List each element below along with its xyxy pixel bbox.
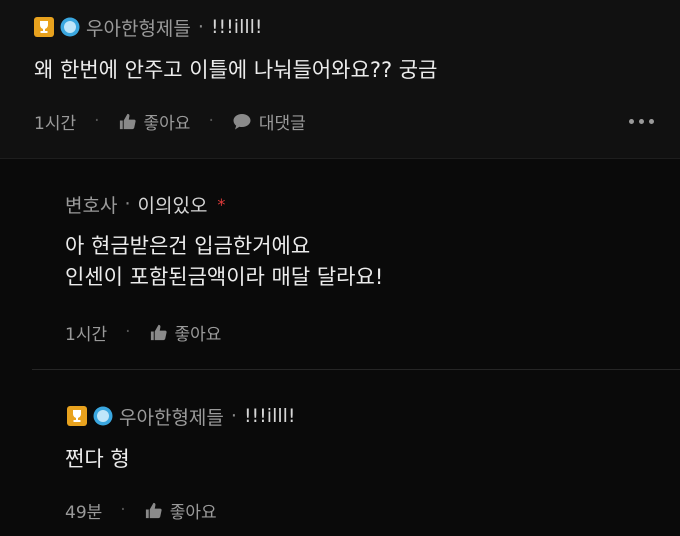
comment-1: 우아한형제들 · !!!illl! 왜 한번에 안주고 이틀에 나눠들어와요??… (0, 0, 680, 159)
author-tag: 이의있오 (137, 194, 208, 217)
like-label: 좋아요 (143, 113, 191, 134)
author-tag: !!!illl! (210, 16, 263, 38)
author-marker: * (217, 194, 226, 214)
like-button[interactable]: 좋아요 (144, 498, 217, 523)
author-name[interactable]: 변호사 (65, 191, 117, 218)
comment-footer: 1시간 · 좋아요 (65, 320, 222, 345)
separator-dot: · (124, 193, 131, 215)
trophy-badge-icon (34, 17, 54, 37)
comment-header: 우아한형제들 · !!!illl! (67, 403, 296, 429)
comment-body: 아 현금받은건 입금한거에요 인센이 포함된금액이라 매달 달라요! (65, 231, 383, 293)
comment-body: 왜 한번에 안주고 이틀에 나눠들어와요?? 궁금 (34, 55, 437, 86)
separator-dot: · (197, 16, 204, 38)
author-name[interactable]: 우아한형제들 (119, 403, 224, 430)
comment-line: 쩐다 형 (65, 447, 130, 471)
comment-body: 쩐다 형 (65, 444, 130, 475)
thumbs-up-icon (150, 324, 167, 340)
comment-line: 왜 한번에 안주고 이틀에 나눠들어와요?? 궁금 (34, 58, 438, 82)
more-options-button[interactable] (629, 109, 654, 133)
like-button[interactable]: 좋아요 (149, 320, 222, 345)
author-name[interactable]: 우아한형제들 (86, 14, 191, 41)
round-badge-icon (93, 406, 113, 426)
comment-time: 1시간 (34, 113, 77, 134)
comment-header: 우아한형제들 · !!!illl! (34, 14, 263, 40)
reply-comment-1: 변호사 · 이의있오 * 아 현금받은건 입금한거에요 인센이 포함된금액이라 … (0, 159, 680, 369)
comment-footer: 1시간 · 좋아요 · 대댓글 (34, 109, 306, 134)
round-badge-icon (60, 17, 80, 37)
comment-line: 아 현금받은건 입금한거에요 (65, 234, 311, 258)
reply-button[interactable]: 대댓글 (232, 109, 306, 134)
more-icon (629, 118, 634, 124)
separator-dot: · (230, 405, 237, 427)
comment-time: 1시간 (65, 324, 108, 345)
like-label: 좋아요 (174, 324, 222, 345)
trophy-badge-icon (67, 406, 87, 426)
reply-label: 대댓글 (258, 113, 306, 134)
comment-footer: 49분 · 좋아요 (65, 498, 217, 523)
like-button[interactable]: 좋아요 (118, 109, 191, 134)
reply-comment-2: 우아한형제들 · !!!illl! 쩐다 형 49분 · 좋아요 (0, 370, 680, 536)
like-label: 좋아요 (169, 502, 217, 523)
thumbs-up-icon (145, 502, 162, 518)
comment-line: 인센이 포함된금액이라 매달 달라요! (65, 265, 384, 289)
comment-time: 49분 (65, 502, 103, 523)
comment-header: 변호사 · 이의있오 * (65, 191, 225, 217)
speech-bubble-icon (233, 113, 251, 129)
author-tag: !!!illl! (243, 405, 296, 427)
thumbs-up-icon (119, 113, 136, 129)
